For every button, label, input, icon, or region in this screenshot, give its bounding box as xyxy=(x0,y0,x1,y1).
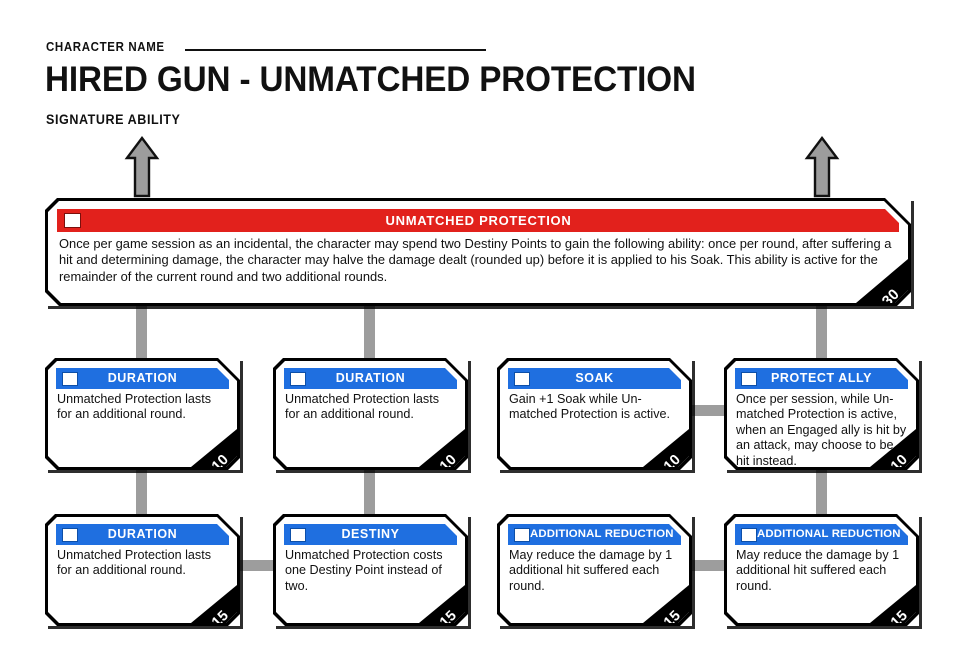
card-description: Unmatched Protection lasts for an additi… xyxy=(285,392,439,422)
card-face: UNMATCHED PROTECTION Once per game sessi… xyxy=(48,201,908,303)
connector-duration-1-to-duration-3 xyxy=(136,470,147,516)
card-title: DURATION xyxy=(335,371,406,386)
character-name-write-in-line[interactable] xyxy=(185,48,486,51)
card-header-bar: ADDITIONAL REDUCTION xyxy=(508,524,681,545)
upgrade-card-additional-reduction-2[interactable]: ADDITIONAL REDUCTION May reduce the dama… xyxy=(724,514,919,626)
card-description: Unmatched Protection lasts for an additi… xyxy=(57,392,211,422)
entry-arrow-left xyxy=(124,136,160,198)
cost-badge: 10 xyxy=(191,429,237,467)
card-description: Once per session, while Un-matched Prote… xyxy=(736,392,907,467)
card-checkbox[interactable] xyxy=(514,528,530,542)
card-description: May reduce the damage by 1 additional hi… xyxy=(736,548,900,593)
connector-duration-2-to-destiny xyxy=(364,470,375,516)
upgrade-card-soak[interactable]: SOAK Gain +1 Soak while Un-matched Prote… xyxy=(497,358,692,470)
card-header-bar: ADDITIONAL REDUCTION xyxy=(735,524,908,545)
card-title: DURATION xyxy=(107,527,178,542)
card-face: ADDITIONAL REDUCTION May reduce the dama… xyxy=(727,517,916,623)
card-face: ADDITIONAL REDUCTION May reduce the dama… xyxy=(500,517,689,623)
card-checkbox[interactable] xyxy=(741,372,757,386)
card-header-bar: DURATION xyxy=(56,368,229,389)
upgrade-card-duration-1[interactable]: DURATION Unmatched Protection lasts for … xyxy=(45,358,240,470)
card-title: PROTECT ALLY xyxy=(771,371,872,386)
page-title: HIRED GUN - UNMATCHED PROTECTION xyxy=(45,60,696,99)
card-title: DURATION xyxy=(107,371,178,386)
card-checkbox[interactable] xyxy=(290,528,306,542)
card-face: DURATION Unmatched Protection lasts for … xyxy=(48,361,237,467)
connector-main-to-protect-ally xyxy=(816,306,827,362)
card-description: Unmatched Protection lasts for an additi… xyxy=(57,548,211,578)
character-name-row: CHARACTER NAME xyxy=(46,38,486,56)
card-checkbox[interactable] xyxy=(64,213,81,228)
character-name-label: CHARACTER NAME xyxy=(46,39,165,54)
card-header-bar: DESTINY xyxy=(284,524,457,545)
card-face: SOAK Gain +1 Soak while Un-matched Prote… xyxy=(500,361,689,467)
card-description: Once per game session as an incidental, … xyxy=(59,236,892,284)
upgrade-card-duration-2[interactable]: DURATION Unmatched Protection lasts for … xyxy=(273,358,468,470)
card-face: DESTINY Unmatched Protection costs one D… xyxy=(276,517,465,623)
card-header-bar: PROTECT ALLY xyxy=(735,368,908,389)
page-subtitle: SIGNATURE ABILITY xyxy=(46,112,181,127)
cost-badge: 15 xyxy=(191,585,237,623)
upgrade-card-additional-reduction-1[interactable]: ADDITIONAL REDUCTION May reduce the dama… xyxy=(497,514,692,626)
card-checkbox[interactable] xyxy=(62,528,78,542)
upgrade-card-duration-3[interactable]: DURATION Unmatched Protection lasts for … xyxy=(45,514,240,626)
talent-tree-sheet: CHARACTER NAME HIRED GUN - UNMATCHED PRO… xyxy=(0,0,960,672)
card-checkbox[interactable] xyxy=(514,372,530,386)
card-face: DURATION Unmatched Protection lasts for … xyxy=(276,361,465,467)
cost-badge: 10 xyxy=(419,429,465,467)
card-checkbox[interactable] xyxy=(290,372,306,386)
card-header-bar: DURATION xyxy=(56,524,229,545)
card-title: SOAK xyxy=(575,371,614,386)
entry-arrow-right xyxy=(804,136,840,198)
card-checkbox[interactable] xyxy=(741,528,757,542)
card-title: UNMATCHED PROTECTION xyxy=(385,213,572,228)
card-face: PROTECT ALLY Once per session, while Un-… xyxy=(727,361,916,467)
card-face: DURATION Unmatched Protection lasts for … xyxy=(48,517,237,623)
card-description: Gain +1 Soak while Un-matched Protection… xyxy=(509,392,670,422)
card-title: DESTINY xyxy=(341,527,400,542)
connector-main-to-duration-2 xyxy=(364,306,375,362)
card-header-bar: DURATION xyxy=(284,368,457,389)
card-title: ADDITIONAL REDUCTION xyxy=(530,527,674,540)
connector-additional-reduction-1-to-2 xyxy=(688,560,728,571)
cost-badge: 10 xyxy=(643,429,689,467)
card-header-bar: SOAK xyxy=(508,368,681,389)
signature-ability-card[interactable]: UNMATCHED PROTECTION Once per game sessi… xyxy=(45,198,911,306)
card-description: Unmatched Protection costs one Destiny P… xyxy=(285,548,443,593)
card-checkbox[interactable] xyxy=(62,372,78,386)
connector-main-to-duration-1 xyxy=(136,306,147,362)
connector-soak-to-protect-ally xyxy=(688,405,728,416)
card-header-bar: UNMATCHED PROTECTION xyxy=(57,209,899,232)
card-title: ADDITIONAL REDUCTION xyxy=(757,527,901,540)
card-description: May reduce the damage by 1 additional hi… xyxy=(509,548,673,593)
upgrade-card-protect-ally[interactable]: PROTECT ALLY Once per session, while Un-… xyxy=(724,358,919,470)
upgrade-card-destiny[interactable]: DESTINY Unmatched Protection costs one D… xyxy=(273,514,468,626)
connector-protect-ally-to-additional-reduction xyxy=(816,470,827,516)
connector-duration-3-to-destiny xyxy=(234,560,276,571)
